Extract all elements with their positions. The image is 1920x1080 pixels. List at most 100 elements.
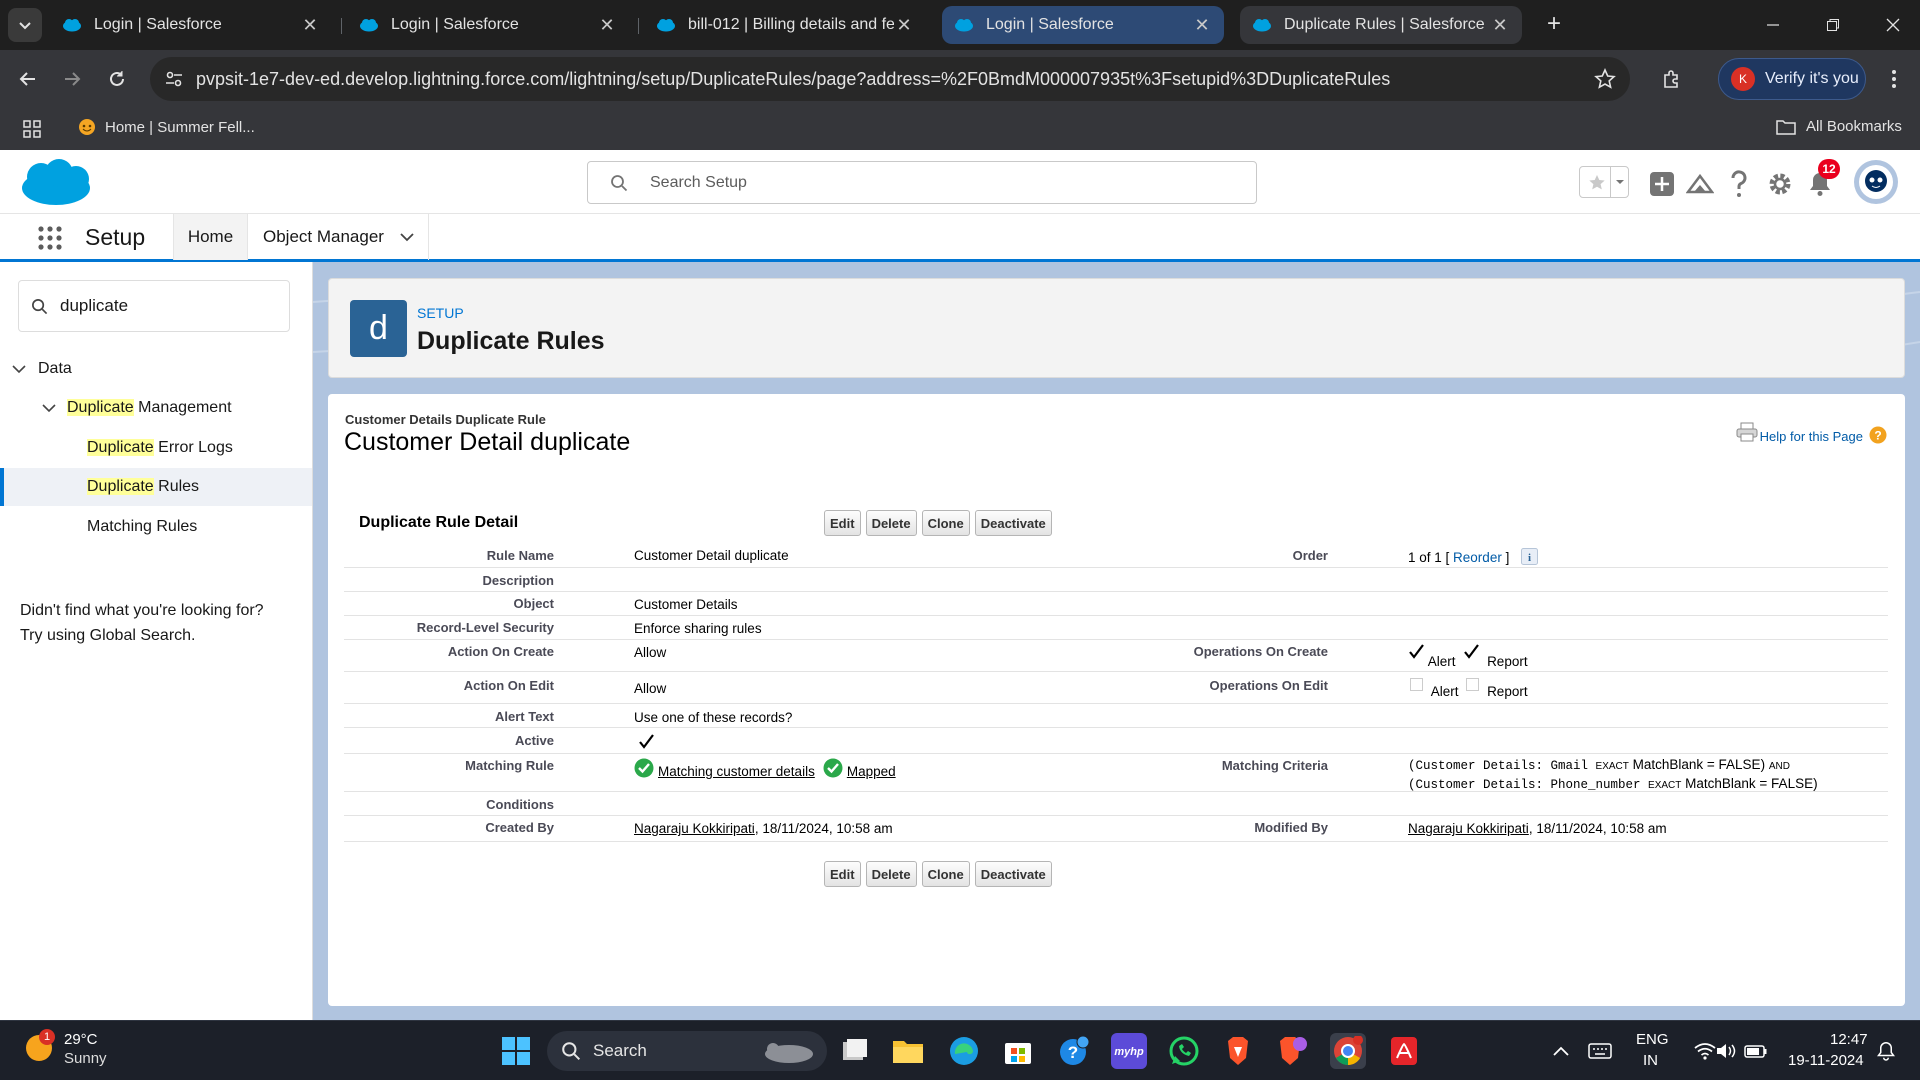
browser-tab[interactable]: bill-012 | Billing details and feed ✕	[644, 6, 926, 44]
notifications-bell-icon[interactable]	[1868, 1033, 1904, 1069]
restore-icon[interactable]	[1813, 10, 1853, 40]
close-icon[interactable]: ✕	[1490, 15, 1510, 35]
field-value: Allow	[634, 681, 667, 696]
all-bookmarks-button[interactable]: All Bookmarks	[1776, 118, 1902, 135]
deactivate-button[interactable]: Deactivate	[974, 861, 1052, 887]
chevron-down-icon[interactable]	[12, 364, 26, 374]
delete-button[interactable]: Delete	[865, 510, 917, 536]
tab-search-button[interactable]	[8, 8, 42, 42]
browser-tab[interactable]: Login | Salesforce ✕	[50, 6, 332, 44]
tab-home[interactable]: Home	[173, 214, 248, 260]
bookmark-star-icon[interactable]	[1594, 68, 1616, 90]
reorder-link[interactable]: Reorder	[1453, 550, 1502, 565]
weather-widget[interactable]: 1 29°C Sunny	[24, 1029, 107, 1067]
created-by-user-link[interactable]: Nagaraju Kokkiripati	[634, 821, 755, 836]
matching-rule-link[interactable]: Matching customer details	[658, 764, 815, 779]
kebab-menu-icon[interactable]	[1880, 65, 1908, 93]
detail-row: Matching Rule Matching customer details …	[344, 754, 1888, 792]
deactivate-button[interactable]: Deactivate	[974, 510, 1052, 536]
help-question-icon: ?	[1869, 426, 1887, 444]
verify-identity-button[interactable]: K Verify it's you	[1718, 58, 1866, 100]
search-setup-input[interactable]: Search Setup	[587, 161, 1257, 204]
quick-find-input[interactable]: duplicate	[18, 280, 290, 332]
user-avatar[interactable]	[1854, 160, 1898, 204]
field-value: Customer Detail duplicate	[634, 548, 789, 563]
apps-grid-icon[interactable]	[23, 120, 41, 138]
browser-tab-active[interactable]: Duplicate Rules | Salesforce ✕	[1240, 6, 1522, 44]
duplicate-rules-icon: d	[350, 300, 407, 357]
notifications-bell-icon[interactable]: 12	[1804, 159, 1840, 200]
window-close-icon[interactable]	[1873, 10, 1913, 40]
microsoft-store-icon[interactable]	[1000, 1033, 1036, 1069]
clone-button[interactable]: Clone	[921, 861, 970, 887]
file-explorer-icon[interactable]	[890, 1033, 926, 1069]
tree-label: Matching Rules	[87, 518, 198, 535]
favorites-button[interactable]	[1579, 166, 1629, 198]
close-icon[interactable]: ✕	[597, 15, 617, 35]
help-app-icon[interactable]: ?	[1056, 1033, 1092, 1069]
close-icon[interactable]: ✕	[300, 15, 320, 35]
help-for-this-page-link[interactable]: Help for this Page ?	[1736, 420, 1887, 444]
edge-browser-icon[interactable]	[946, 1033, 982, 1069]
address-bar[interactable]: pvpsit-1e7-dev-ed.develop.lightning.forc…	[150, 57, 1630, 101]
order-close: ]	[1505, 550, 1510, 565]
global-actions-add-icon[interactable]	[1646, 168, 1678, 200]
brave-profile-icon[interactable]	[1274, 1033, 1310, 1069]
field-label: Operations On Edit	[1209, 678, 1328, 693]
salesforce-logo-icon[interactable]	[19, 158, 93, 208]
chevron-up-icon[interactable]	[1543, 1033, 1579, 1069]
field-label: Alert Text	[495, 709, 554, 724]
tree-item-duplicate-error-logs[interactable]: Duplicate Error Logs	[0, 429, 312, 467]
chrome-browser-icon[interactable]	[1330, 1033, 1366, 1069]
setup-gear-icon[interactable]	[1764, 168, 1796, 200]
whatsapp-icon[interactable]	[1166, 1033, 1202, 1069]
chevron-down-icon[interactable]	[1610, 167, 1628, 197]
keyboard-icon[interactable]	[1582, 1033, 1618, 1069]
button-row-top: Edit Delete Clone Deactivate	[824, 510, 1052, 536]
chevron-down-icon[interactable]	[42, 403, 56, 413]
clone-button[interactable]: Clone	[921, 510, 970, 536]
browser-tab[interactable]: Login | Salesforce ✕	[347, 6, 629, 44]
help-question-icon[interactable]	[1723, 168, 1755, 200]
tree-item-matching-rules[interactable]: Matching Rules	[0, 508, 312, 546]
edit-button[interactable]: Edit	[824, 510, 861, 536]
chevron-down-icon[interactable]	[400, 232, 414, 242]
tree-item-duplicate-rules[interactable]: Duplicate Rules	[0, 468, 312, 506]
checkmark-icon	[639, 734, 654, 749]
close-icon[interactable]: ✕	[1192, 15, 1212, 35]
info-icon[interactable]: i	[1521, 548, 1539, 565]
task-view-icon[interactable]	[837, 1033, 873, 1069]
mapped-link[interactable]: Mapped	[847, 764, 896, 779]
browser-tab[interactable]: Login | Salesforce ✕	[942, 6, 1224, 44]
bookmark-item[interactable]: Home | Summer Fell...	[78, 118, 255, 136]
taskbar-search[interactable]: Search	[547, 1031, 827, 1071]
print-icon[interactable]	[1736, 422, 1758, 442]
minimize-icon[interactable]	[1753, 10, 1793, 40]
tab-object-manager[interactable]: Object Manager	[249, 214, 429, 260]
forward-arrow-icon[interactable]	[58, 65, 86, 93]
brave-browser-icon[interactable]	[1220, 1033, 1256, 1069]
back-arrow-icon[interactable]	[14, 65, 42, 93]
help-link-text: Help for this Page	[1759, 428, 1863, 444]
edit-button[interactable]: Edit	[824, 861, 861, 887]
windows-start-icon[interactable]	[498, 1033, 534, 1069]
trailhead-icon[interactable]	[1684, 168, 1716, 200]
app-launcher-icon[interactable]	[38, 226, 62, 250]
clock-date[interactable]: 19-11-2024	[1788, 1052, 1864, 1069]
reload-icon[interactable]	[103, 65, 131, 93]
battery-icon[interactable]	[1738, 1033, 1774, 1069]
delete-button[interactable]: Delete	[865, 861, 917, 887]
tree-item-data[interactable]: Data	[0, 350, 312, 388]
extensions-puzzle-icon[interactable]	[1657, 65, 1685, 93]
tree-item-duplicate-management[interactable]: Duplicate Management	[0, 389, 312, 427]
acrobat-icon[interactable]	[1386, 1033, 1422, 1069]
modified-by-user-link[interactable]: Nagaraju Kokkiripati	[1408, 821, 1529, 836]
close-icon[interactable]: ✕	[894, 15, 914, 35]
language-line2[interactable]: IN	[1643, 1052, 1658, 1069]
language-line1[interactable]: ENG	[1636, 1031, 1669, 1048]
clock-time[interactable]: 12:47	[1830, 1031, 1868, 1048]
new-tab-plus-icon[interactable]: +	[1541, 12, 1567, 38]
tree-label: Duplicate Rules	[87, 478, 199, 496]
hp-app-icon[interactable]: myhp	[1111, 1033, 1147, 1069]
site-settings-icon[interactable]	[164, 69, 184, 89]
